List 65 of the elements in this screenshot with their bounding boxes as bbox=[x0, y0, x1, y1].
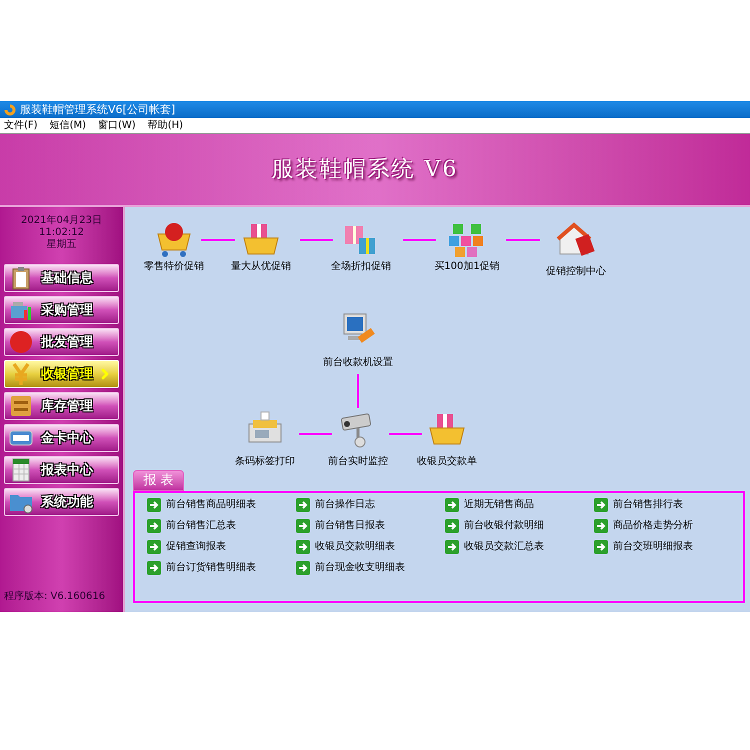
sidebar-button[interactable]: 系统功能 bbox=[4, 488, 119, 516]
arrow-right-icon bbox=[147, 561, 161, 575]
sidebar-button[interactable]: 库存管理 bbox=[4, 392, 119, 420]
function-label[interactable]: 全场折扣促销 bbox=[331, 262, 391, 272]
sidebar-button[interactable]: 批发管理 bbox=[4, 328, 119, 356]
discount-sticker-icon bbox=[9, 330, 33, 354]
date-text: 2021年04月23日 bbox=[21, 215, 102, 227]
report-link[interactable]: 前台现金收支明细表 bbox=[315, 563, 405, 573]
report-link[interactable]: 收银员交款明细表 bbox=[315, 542, 395, 552]
window-title: 服装鞋帽管理系统V6[公司帐套] bbox=[20, 104, 176, 115]
menu-item[interactable]: 窗口(W) bbox=[98, 120, 136, 130]
app-logo-icon bbox=[4, 104, 16, 116]
function-label[interactable]: 前台实时监控 bbox=[328, 457, 388, 467]
report-link[interactable]: 前台销售日报表 bbox=[315, 521, 385, 531]
report-link[interactable]: 前台销售排行表 bbox=[613, 500, 683, 510]
sidebar-button[interactable]: 报表中心 bbox=[4, 456, 119, 484]
arrow-right-icon bbox=[296, 498, 310, 512]
weekday-text: 星期五 bbox=[46, 239, 76, 251]
drawer-icon bbox=[9, 394, 33, 418]
report-link[interactable]: 近期无销售商品 bbox=[464, 500, 534, 510]
house-tag-icon[interactable] bbox=[556, 220, 596, 258]
version-text: 程序版本: V6.160616 bbox=[4, 590, 106, 604]
arrow-right-icon bbox=[147, 519, 161, 533]
arrow-right-icon bbox=[594, 519, 608, 533]
connector-line bbox=[403, 239, 436, 241]
arrow-right-icon bbox=[147, 498, 161, 512]
connector-line bbox=[357, 374, 359, 408]
function-label[interactable]: 促销控制中心 bbox=[546, 267, 606, 277]
report-link[interactable]: 商品价格走势分析 bbox=[613, 521, 693, 531]
arrow-right-icon bbox=[296, 519, 310, 533]
time-text: 11:02:12 bbox=[39, 227, 84, 238]
menu-item[interactable]: 文件(F) bbox=[4, 120, 38, 130]
report-link[interactable]: 收银员交款汇总表 bbox=[464, 542, 544, 552]
arrow-right-icon bbox=[445, 540, 459, 554]
report-link[interactable]: 前台销售商品明细表 bbox=[166, 500, 256, 510]
function-label[interactable]: 前台收款机设置 bbox=[323, 358, 393, 368]
banner-title: 服装鞋帽系统 V6 bbox=[272, 156, 458, 184]
arrow-right-icon bbox=[296, 561, 310, 575]
sidebar-button[interactable]: 采购管理 bbox=[4, 296, 119, 324]
report-link[interactable]: 前台订货销售明细表 bbox=[166, 563, 256, 573]
sidebar-button[interactable]: 金卡中心 bbox=[4, 424, 119, 452]
menu-item[interactable]: 帮助(H) bbox=[148, 120, 184, 130]
connector-line bbox=[201, 239, 235, 241]
report-link[interactable]: 前台收银付款明细 bbox=[464, 521, 544, 531]
report-link[interactable]: 前台操作日志 bbox=[315, 500, 375, 510]
connector-line bbox=[300, 239, 333, 241]
arrow-right-icon bbox=[296, 540, 310, 554]
arrow-right-icon bbox=[445, 498, 459, 512]
connector-line bbox=[506, 239, 540, 241]
report-link[interactable]: 前台交班明细报表 bbox=[613, 542, 693, 552]
arrow-right-icon bbox=[594, 498, 608, 512]
arrow-right-icon bbox=[445, 519, 459, 533]
sidebar-button[interactable]: 基础信息 bbox=[4, 264, 119, 292]
report-link[interactable]: 促销查询报表 bbox=[166, 542, 226, 552]
report-link[interactable]: 前台销售汇总表 bbox=[166, 521, 236, 531]
function-label[interactable]: 收银员交款单 bbox=[417, 457, 477, 467]
arrow-right-icon bbox=[594, 540, 608, 554]
menu-item[interactable]: 短信(M) bbox=[50, 120, 86, 130]
function-label[interactable]: 买100加1促销 bbox=[434, 262, 500, 272]
arrow-right-icon bbox=[147, 540, 161, 554]
function-label[interactable]: 量大从优促销 bbox=[231, 262, 291, 272]
connector-line bbox=[299, 433, 332, 435]
function-label[interactable]: 条码标签打印 bbox=[235, 457, 295, 467]
function-label[interactable]: 零售特价促销 bbox=[144, 262, 204, 272]
connector-line bbox=[389, 433, 422, 435]
